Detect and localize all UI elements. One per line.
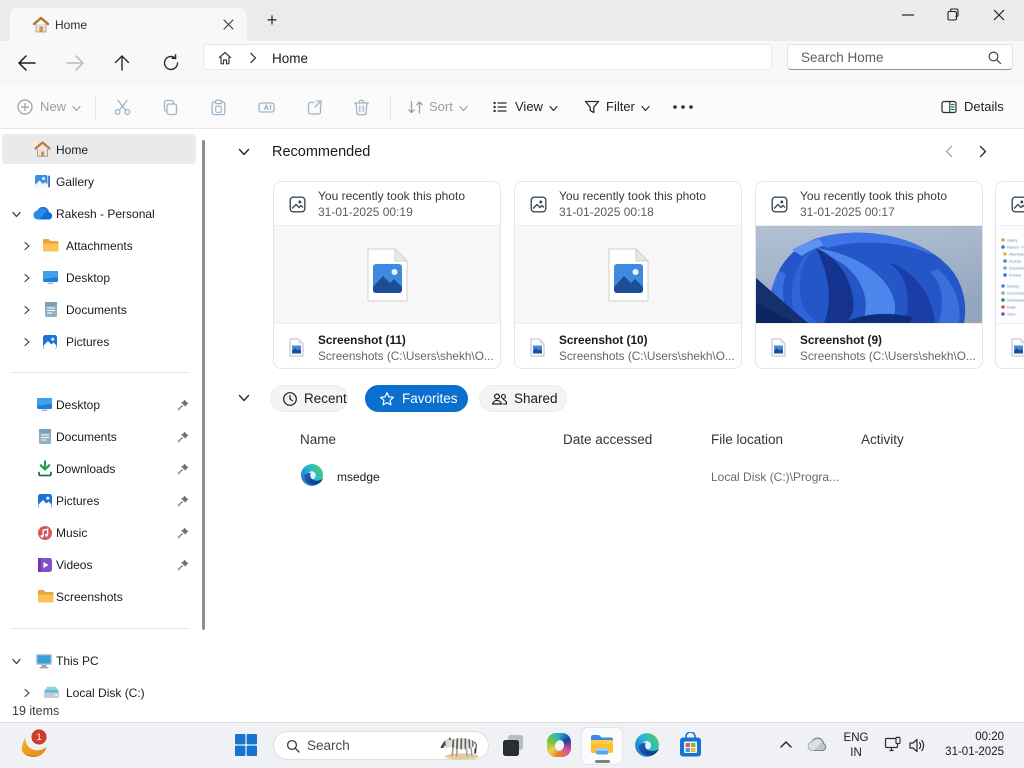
svg-text:Downloads: Downloads [1007,299,1024,303]
svg-text:Gallery: Gallery [1007,239,1018,243]
svg-text:Desktop: Desktop [1007,285,1020,289]
svg-text:Pictures: Pictures [1009,274,1022,278]
svg-text:1: 1 [37,732,42,743]
svg-text:Rakesh - Person: Rakesh - Person [1007,246,1024,250]
svg-text:Documents: Documents [1007,292,1024,296]
svg-text:Music: Music [1007,306,1016,310]
svg-text:Documents: Documents [1009,267,1024,271]
svg-text:Video: Video [1007,313,1016,317]
svg-text:Desktop: Desktop [1009,260,1022,264]
svg-text:Attachments: Attachments [1009,253,1024,257]
